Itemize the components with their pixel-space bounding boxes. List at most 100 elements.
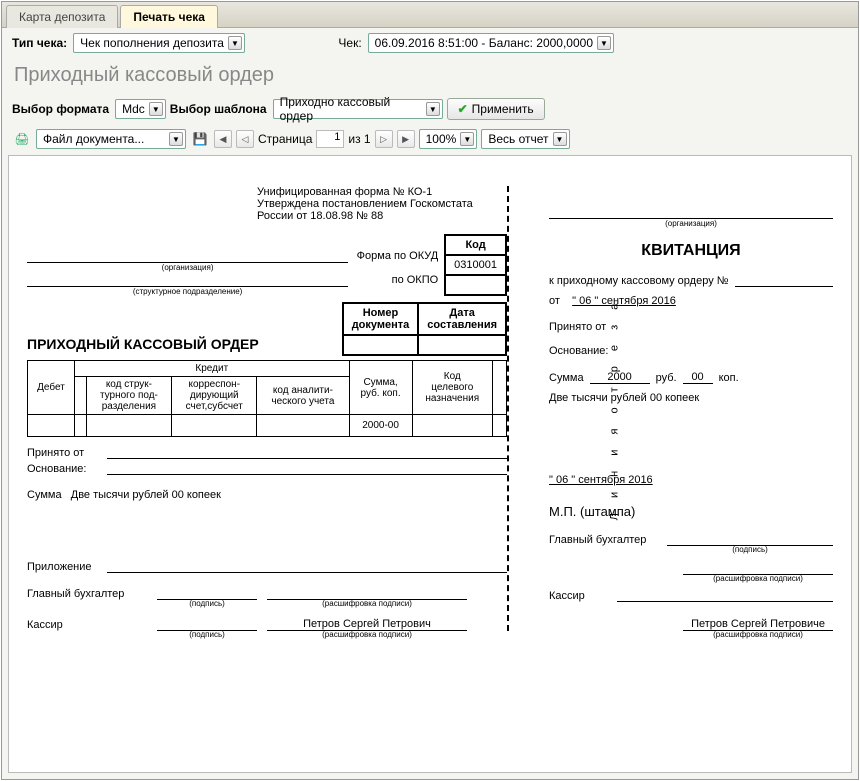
file-menu-label: Файл документа... <box>43 132 144 146</box>
credit-col1: код струк- турного под- разделения <box>86 377 172 415</box>
page-of-label: из 1 <box>348 132 370 146</box>
check-type-label: Тип чека: <box>12 36 67 50</box>
reason-label: Основание: <box>27 463 107 475</box>
fit-value: Весь отчет <box>488 132 548 146</box>
doc-date-header: Дата составления <box>418 303 506 335</box>
save-icon[interactable]: 💾 <box>190 129 210 149</box>
form-info: Утверждена постановлением Госкомстата <box>257 198 507 210</box>
attachment-label: Приложение <box>27 561 107 573</box>
cash-order-section: Унифицированная форма № КО-1 Утверждена … <box>27 186 507 631</box>
receipt-cashier-label: Кассир <box>549 590 609 602</box>
signature-caption: (подпись) <box>157 599 257 608</box>
template-value: Приходно кассовый ордер <box>280 95 422 123</box>
chevron-down-icon[interactable]: ▼ <box>460 132 474 146</box>
tab-print-check[interactable]: Печать чека <box>120 5 218 28</box>
receipt-date-2: " 06 " сентября 2016 <box>549 474 653 486</box>
check-type-value: Чек пополнения депозита <box>80 36 224 50</box>
receipt-sum-words: Две тысячи рублей 00 копеек <box>549 392 833 404</box>
apply-button[interactable]: ✔ Применить <box>447 98 545 120</box>
receipt-received-from: Принято от <box>549 321 833 333</box>
tabs-bar: Карта депозита Печать чека <box>2 2 858 28</box>
receipt-sum-label: Сумма <box>549 372 584 384</box>
zoom-value: 100% <box>426 132 457 146</box>
chevron-down-icon[interactable]: ▼ <box>169 132 183 146</box>
template-label: Выбор шаблона <box>170 102 267 116</box>
stamp-label: М.П. (штампа) <box>549 504 833 519</box>
org-caption: (организация) <box>27 263 348 272</box>
check-type-select[interactable]: Чек пополнения депозита ▼ <box>73 33 245 53</box>
chevron-down-icon[interactable]: ▼ <box>426 102 440 116</box>
apply-label: Применить <box>472 102 534 116</box>
chevron-down-icon[interactable]: ▼ <box>597 36 611 50</box>
kop-label: коп. <box>719 372 739 384</box>
cashier-label: Кассир <box>27 619 147 631</box>
toolbar-check-type: Тип чека: Чек пополнения депозита ▼ Чек:… <box>2 28 858 58</box>
next-page-button[interactable]: ▷ <box>375 130 393 148</box>
decode-caption: (расшифровка подписи) <box>683 630 833 639</box>
check-select[interactable]: 06.09.2016 8:51:00 - Баланс: 2000,0000 ▼ <box>368 33 614 53</box>
sum-header: Сумма, руб. коп. <box>349 361 412 415</box>
cut-line: Л и н и я о т р е з а <box>507 186 531 631</box>
receipt-section: (организация) КВИТАНЦИЯ к приходному кас… <box>531 186 833 631</box>
fit-select[interactable]: Весь отчет ▼ <box>481 129 569 149</box>
receipt-org-caption: (организация) <box>549 219 833 228</box>
format-select[interactable]: Mdc ▼ <box>115 99 166 119</box>
doc-num-header: Номер документа <box>343 303 419 335</box>
receipt-cashier-name: Петров Сергей Петровиче(расшифровка подп… <box>683 618 833 631</box>
accounting-grid: Дебет Кредит Сумма, руб. коп. Код целево… <box>27 360 507 437</box>
chevron-down-icon[interactable]: ▼ <box>553 132 567 146</box>
form-info: Унифицированная форма № КО-1 <box>257 186 507 198</box>
toolbar-pager: 🖨 Файл документа... ▼ 💾 ◀ ◁ Страница 1 и… <box>2 125 858 155</box>
first-page-button[interactable]: ◀ <box>214 130 232 148</box>
page-label: Страница <box>258 132 312 146</box>
chevron-down-icon[interactable]: ▼ <box>228 36 242 50</box>
sum-label: Сумма <box>27 489 62 501</box>
receipt-sum-kop: 00 <box>683 371 713 384</box>
receipt-chief-label: Главный бухгалтер <box>549 534 659 546</box>
check-label: Чек: <box>338 36 361 50</box>
code-table: Код 0310001 <box>444 234 507 296</box>
receipt-to-order: к приходному кассовому ордеру № <box>549 275 729 287</box>
prev-page-button[interactable]: ◁ <box>236 130 254 148</box>
decode-caption: (расшифровка подписи) <box>267 599 467 608</box>
document-preview: Унифицированная форма № КО-1 Утверждена … <box>8 155 852 773</box>
page-title: Приходный кассовый ордер <box>2 58 858 93</box>
cut-line-text: Л и н и я о т р е з а <box>608 297 620 520</box>
received-from-label: Принято от <box>27 447 107 459</box>
debit-header: Дебет <box>28 361 75 415</box>
form-info: России от 18.08.98 № 88 <box>257 210 507 222</box>
toolbar-format: Выбор формата Mdc ▼ Выбор шаблона Приход… <box>2 93 858 125</box>
credit-col2: корреспон- дирующий счет,субсчет <box>172 377 257 415</box>
okud-label: Форма по ОКУД <box>348 250 444 272</box>
print-icon[interactable]: 🖨 <box>12 129 32 149</box>
credit-header: Кредит <box>74 361 349 377</box>
dept-caption: (структурное подразделение) <box>27 287 348 296</box>
credit-col3: код аналити- ческого учета <box>257 377 349 415</box>
format-value: Mdc <box>122 102 145 116</box>
check-icon: ✔ <box>458 102 468 116</box>
doc-number-table: Номер документа Дата составления <box>342 302 507 356</box>
sum-words: Две тысячи рублей 00 копеек <box>71 489 221 501</box>
zoom-select[interactable]: 100% ▼ <box>419 129 478 149</box>
sum-cell: 2000-00 <box>349 415 412 437</box>
receipt-date: " 06 " сентября 2016 <box>572 295 676 307</box>
code-header: Код <box>445 235 506 255</box>
tab-deposit-card[interactable]: Карта депозита <box>6 5 118 28</box>
format-label: Выбор формата <box>12 102 109 116</box>
receipt-title: КВИТАНЦИЯ <box>549 242 833 260</box>
signature-caption: (подпись) <box>667 545 833 554</box>
chief-label: Главный бухгалтер <box>27 588 147 600</box>
purpose-header: Код целевого назначения <box>412 361 492 415</box>
signature-caption: (подпись) <box>157 630 257 639</box>
receipt-reason: Основание: <box>549 345 833 357</box>
last-page-button[interactable]: ▶ <box>397 130 415 148</box>
decode-caption: (расшифровка подписи) <box>683 574 833 583</box>
decode-caption: (расшифровка подписи) <box>267 630 467 639</box>
okud-value: 0310001 <box>445 255 506 275</box>
chevron-down-icon[interactable]: ▼ <box>149 102 163 116</box>
file-menu-select[interactable]: Файл документа... ▼ <box>36 129 186 149</box>
order-title: ПРИХОДНЫЙ КАССОВЫЙ ОРДЕР <box>27 336 342 352</box>
template-select[interactable]: Приходно кассовый ордер ▼ <box>273 99 443 119</box>
cashier-name: Петров Сергей Петрович(расшифровка подпи… <box>267 618 467 631</box>
page-number-input[interactable]: 1 <box>316 130 344 148</box>
